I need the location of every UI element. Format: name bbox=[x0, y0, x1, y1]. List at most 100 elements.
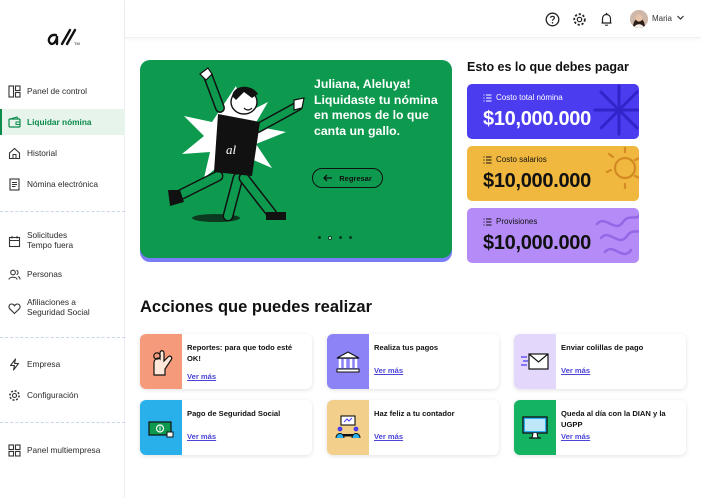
ver-mas-link[interactable]: Ver más bbox=[374, 432, 403, 441]
active-indicator bbox=[0, 109, 2, 135]
bank-icon bbox=[336, 350, 360, 372]
svg-text:TM: TM bbox=[74, 41, 80, 46]
money-icon bbox=[148, 420, 174, 437]
sidebar-item-afiliaciones[interactable]: Afiliaciones a Seguridad Social bbox=[0, 294, 125, 322]
hero-banner: al Juliana, Aleluya! Liquidaste tu nómin… bbox=[140, 60, 452, 258]
action-thumb bbox=[327, 334, 369, 389]
people-icon bbox=[8, 268, 21, 281]
sidebar-item-label: Configuración bbox=[27, 390, 79, 400]
list-icon bbox=[483, 94, 492, 101]
sidebar-item-label: Nómina electrónica bbox=[27, 179, 99, 189]
dashboard-icon bbox=[8, 84, 21, 98]
carousel-dot[interactable] bbox=[318, 236, 321, 239]
sidebar-item-empresa[interactable]: Empresa bbox=[0, 351, 125, 377]
pay-card-label: Costo salarios bbox=[496, 155, 547, 164]
ver-mas-link[interactable]: Ver más bbox=[187, 372, 216, 381]
list-icon bbox=[483, 218, 492, 225]
pay-card-amount: $10,000.000 bbox=[483, 232, 591, 254]
meeting-icon bbox=[335, 414, 361, 438]
pay-card-label: Costo total nómina bbox=[496, 93, 563, 102]
sidebar-item-label: Panel de control bbox=[27, 86, 87, 96]
sidebar-divider bbox=[0, 337, 125, 338]
sidebar-item-solicitudes[interactable]: Solicitudes Tempo fuera bbox=[0, 227, 125, 255]
action-thumb bbox=[140, 334, 182, 389]
sidebar-item-personas[interactable]: Personas bbox=[0, 261, 125, 287]
grid-icon bbox=[8, 443, 21, 457]
ver-mas-link[interactable]: Ver más bbox=[374, 366, 403, 375]
topbar: Maria bbox=[125, 0, 701, 38]
sidebar-item-panel-multiempresa[interactable]: Panel multiempresa bbox=[0, 437, 125, 463]
envelope-icon bbox=[521, 352, 549, 370]
action-card-seguridad-social[interactable]: Pago de Seguridad Social Ver más bbox=[140, 400, 312, 455]
carousel-dot[interactable] bbox=[339, 236, 342, 239]
hero-message: Juliana, Aleluya! Liquidaste tu nómina e… bbox=[314, 77, 438, 138]
wallet-icon bbox=[8, 115, 21, 129]
action-card-reportes[interactable]: Reportes: para que todo esté OK! Ver más bbox=[140, 334, 312, 389]
action-thumb bbox=[327, 400, 369, 455]
celebration-illustration: al bbox=[168, 67, 305, 222]
pay-card-costo-total: Costo total nómina $10,000.000 bbox=[467, 84, 639, 139]
regresar-label: Regresar bbox=[339, 173, 372, 183]
calendar-icon bbox=[8, 235, 21, 248]
action-title: Pago de Seguridad Social bbox=[187, 409, 281, 418]
pay-card-costo-salarios: Costo salarios $10,000.000 bbox=[467, 146, 639, 201]
arrow-left-icon bbox=[323, 174, 333, 182]
sidebar-item-label: Personas bbox=[27, 269, 63, 279]
carousel-dot[interactable] bbox=[349, 236, 352, 239]
document-icon bbox=[8, 177, 21, 191]
sidebar-divider bbox=[0, 422, 125, 423]
shirt-logo: al bbox=[226, 142, 237, 157]
action-card-realiza-pagos[interactable]: Realiza tus pagos Ver más bbox=[327, 334, 499, 389]
aleluya-logo[interactable]: TM bbox=[44, 26, 84, 52]
action-thumb bbox=[514, 400, 556, 455]
sidebar-item-label: Liquidar nómina bbox=[27, 117, 92, 127]
sidebar-item-configuracion[interactable]: Configuración bbox=[0, 382, 125, 408]
ver-mas-link[interactable]: Ver más bbox=[187, 432, 216, 441]
avatar[interactable] bbox=[630, 10, 648, 28]
help-icon[interactable] bbox=[544, 11, 560, 27]
action-thumb bbox=[140, 400, 182, 455]
chevron-down-icon[interactable] bbox=[676, 13, 685, 22]
sidebar-item-label: Panel multiempresa bbox=[27, 445, 101, 455]
ok-hand-icon bbox=[153, 349, 173, 376]
ver-mas-link[interactable]: Ver más bbox=[561, 366, 590, 375]
action-title: Reportes: para que todo esté OK! bbox=[187, 343, 293, 363]
pay-card-provisiones: Provisiones $10,000.000 bbox=[467, 208, 639, 263]
pay-card-amount: $10,000.000 bbox=[483, 108, 591, 130]
pay-card-amount: $10,000.000 bbox=[483, 170, 591, 192]
sidebar-divider bbox=[0, 211, 125, 212]
action-card-enviar-colillas[interactable]: Enviar colillas de pago Ver más bbox=[514, 334, 686, 389]
sidebar-item-label-line2: Tempo fuera bbox=[27, 240, 74, 250]
pay-summary-title: Esto es lo que debes pagar bbox=[467, 60, 629, 74]
heart-icon bbox=[8, 302, 21, 315]
carousel-dot-active[interactable] bbox=[328, 235, 332, 240]
sidebar: TM Panel de control Liquidar nómina Hist… bbox=[0, 0, 125, 498]
sidebar-item-nomina-electronica[interactable]: Nómina electrónica bbox=[0, 171, 125, 197]
sidebar-item-liquidar-nomina[interactable]: Liquidar nómina bbox=[0, 109, 125, 135]
list-icon bbox=[483, 156, 492, 163]
action-card-contador[interactable]: Haz feliz a tu contador Ver más bbox=[327, 400, 499, 455]
action-title: Queda al día con la DIAN y la UGPP bbox=[561, 409, 666, 429]
ver-mas-link[interactable]: Ver más bbox=[561, 432, 590, 441]
bolt-icon bbox=[8, 357, 21, 371]
home-icon bbox=[8, 147, 21, 160]
actions-title: Acciones que puedes realizar bbox=[140, 298, 373, 316]
sidebar-item-panel-de-control[interactable]: Panel de control bbox=[0, 78, 125, 104]
action-card-dian-ugpp[interactable]: Queda al día con la DIAN y la UGPP Ver m… bbox=[514, 400, 686, 455]
user-name[interactable]: Maria bbox=[652, 14, 672, 23]
monitor-icon bbox=[522, 415, 548, 439]
bell-icon[interactable] bbox=[598, 11, 614, 27]
carousel-dots bbox=[318, 235, 352, 240]
gear-icon bbox=[8, 389, 21, 402]
action-thumb bbox=[514, 334, 556, 389]
action-title: Realiza tus pagos bbox=[374, 343, 439, 352]
sidebar-item-label: Historial bbox=[27, 148, 57, 158]
sidebar-item-label: Empresa bbox=[27, 359, 61, 369]
sidebar-item-label-line2: Seguridad Social bbox=[27, 307, 90, 317]
sidebar-item-historial[interactable]: Historial bbox=[0, 140, 125, 166]
action-title: Enviar colillas de pago bbox=[561, 343, 644, 352]
pay-card-label: Provisiones bbox=[496, 217, 538, 226]
regresar-button[interactable]: Regresar bbox=[312, 168, 383, 188]
settings-icon[interactable] bbox=[571, 11, 587, 27]
action-title: Haz feliz a tu contador bbox=[374, 409, 455, 418]
